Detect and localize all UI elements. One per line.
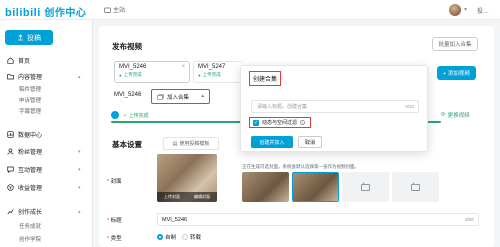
basic-settings-title: 基本设置 bbox=[112, 140, 142, 149]
check-icon: ● bbox=[119, 72, 122, 78]
checkbox-checked-icon: ✓ bbox=[253, 119, 259, 126]
file-card[interactable]: MVI_5247 ● 上传完成 bbox=[193, 61, 243, 83]
file-status: ● 上传完成 bbox=[119, 72, 142, 78]
cover-option-empty[interactable] bbox=[392, 172, 439, 202]
top-bar: bilibili 创作中心 主站 ▾ 投… bbox=[0, 0, 500, 20]
create-collection-popup: 创建合集 请输入标题，创建合集 0/20 ✓ 动态与空间过滤 i 创建并加入 取… bbox=[240, 65, 428, 152]
sidebar-item-data[interactable]: 数据中心 bbox=[0, 130, 42, 139]
tv-icon bbox=[411, 183, 420, 191]
home-link[interactable]: 主站 bbox=[104, 5, 125, 14]
growth-icon bbox=[7, 209, 14, 215]
upload-icon bbox=[18, 34, 23, 41]
cover-hint: 正在生成可选封面，系统会默认选择第一张作为视频封面。 bbox=[242, 164, 359, 169]
page-title: 发布视频 bbox=[112, 42, 142, 51]
use-template-button[interactable]: ▤ 使用投稿模板 bbox=[163, 137, 219, 150]
create-and-join-button[interactable]: 创建并加入 bbox=[251, 136, 293, 148]
check-icon: ● bbox=[198, 72, 201, 78]
chart-icon bbox=[7, 131, 14, 138]
chevron-down-icon: ▾ bbox=[78, 166, 81, 173]
chevron-up-icon: ▴ bbox=[78, 208, 81, 215]
radio-checked-icon bbox=[157, 234, 163, 240]
sidebar-sub-tasks[interactable]: 任务成就 bbox=[19, 222, 41, 230]
title-label: * 标题 bbox=[107, 218, 122, 224]
dynamic-space-filter-checkbox[interactable]: ✓ 动态与空间过滤 i bbox=[249, 117, 311, 128]
file-name: MVI_5247 bbox=[198, 64, 226, 70]
chevron-up-icon: ▴ bbox=[201, 93, 204, 99]
sidebar-item-growth[interactable]: 创作成长 ▴ bbox=[0, 207, 93, 216]
logo[interactable]: bilibili 创作中心 bbox=[5, 4, 86, 19]
sidebar-sub-academy[interactable]: 创作学院 bbox=[19, 235, 41, 243]
collection-title-input[interactable]: 请输入标题，创建合集 0/20 bbox=[251, 100, 419, 113]
batch-add-collection-button[interactable]: 批量加入合集 bbox=[432, 37, 478, 51]
template-icon: ▤ bbox=[172, 140, 178, 147]
avatar[interactable] bbox=[449, 4, 461, 16]
title-char-count: 8/80 bbox=[465, 217, 474, 222]
cancel-button[interactable]: 取消 bbox=[298, 136, 322, 148]
post-button[interactable]: 投稿 bbox=[5, 30, 53, 45]
sidebar-sub-manuscript[interactable]: 稿件管理 bbox=[19, 85, 41, 93]
collection-title-count: 0/20 bbox=[405, 104, 414, 109]
cover-option-selected[interactable] bbox=[292, 172, 339, 202]
top-right-text[interactable]: 投… bbox=[477, 6, 489, 15]
upload-cover-button[interactable]: 上传封面 bbox=[164, 194, 180, 200]
radio-unchecked-icon bbox=[182, 234, 188, 240]
sidebar-item-content[interactable]: 内容管理 ▴ bbox=[0, 72, 93, 81]
sidebar-item-home[interactable]: 首页 bbox=[0, 56, 30, 65]
coin-icon bbox=[7, 184, 14, 191]
join-collection-button[interactable]: 加入合集 ▴ bbox=[151, 89, 210, 104]
folder-icon bbox=[7, 74, 14, 80]
file-name: MVI_5246 bbox=[119, 64, 147, 70]
sidebar-sub-appeal[interactable]: 申诉管理 bbox=[19, 96, 41, 104]
chevron-up-icon: ▴ bbox=[78, 73, 81, 80]
chat-icon bbox=[7, 166, 14, 173]
type-radio-original[interactable]: 自制 bbox=[157, 233, 176, 241]
close-icon[interactable]: × bbox=[181, 64, 185, 70]
cover-option-empty[interactable] bbox=[342, 172, 389, 202]
type-label: * 类型 bbox=[107, 236, 122, 242]
edit-cover-button[interactable]: 编辑封面 bbox=[194, 194, 210, 200]
file-card[interactable]: MVI_5246 ● 上传完成 × bbox=[114, 61, 190, 83]
collection-icon bbox=[157, 93, 164, 100]
cover-label: * 封面 bbox=[107, 179, 122, 185]
sidebar-sub-subtitle[interactable]: 字幕管理 bbox=[19, 107, 41, 115]
info-icon[interactable]: i bbox=[300, 120, 306, 125]
add-video-button[interactable]: + 添加视频 bbox=[437, 66, 476, 80]
cover-preview[interactable]: 上传封面 编辑封面 bbox=[157, 154, 217, 202]
chevron-down-icon: ▾ bbox=[78, 184, 81, 191]
title-input[interactable]: MVI_5246 8/80 bbox=[157, 213, 479, 226]
current-video-name: MVI_5246 bbox=[114, 92, 142, 98]
sidebar-item-fans[interactable]: 粉丝管理 ▾ bbox=[0, 147, 93, 156]
popup-title: 创建合集 bbox=[249, 71, 282, 86]
cover-option[interactable] bbox=[242, 172, 289, 202]
sidebar-item-interaction[interactable]: 互动管理 ▾ bbox=[0, 165, 93, 174]
type-radio-repost[interactable]: 转载 bbox=[182, 233, 201, 241]
chevron-down-icon[interactable]: ▾ bbox=[464, 6, 467, 13]
video-file-icon bbox=[111, 111, 119, 119]
sidebar-item-revenue[interactable]: 收益管理 ▾ bbox=[0, 183, 93, 192]
fans-icon bbox=[7, 148, 14, 155]
sidebar: 投稿 首页 内容管理 ▴ 稿件管理 申诉管理 字幕管理 数据中心 粉丝管理 ▾ … bbox=[0, 20, 93, 247]
home-icon bbox=[7, 57, 14, 64]
file-status: ● 上传完成 bbox=[198, 72, 221, 78]
replace-icon: ⟳ bbox=[441, 112, 446, 118]
upload-status: ✓ 上传完成 bbox=[123, 113, 149, 119]
tv-icon bbox=[104, 7, 111, 13]
chevron-down-icon: ▾ bbox=[78, 148, 81, 155]
tv-icon bbox=[361, 183, 370, 191]
replace-video-button[interactable]: ⟳ 更换视频 bbox=[441, 111, 470, 119]
